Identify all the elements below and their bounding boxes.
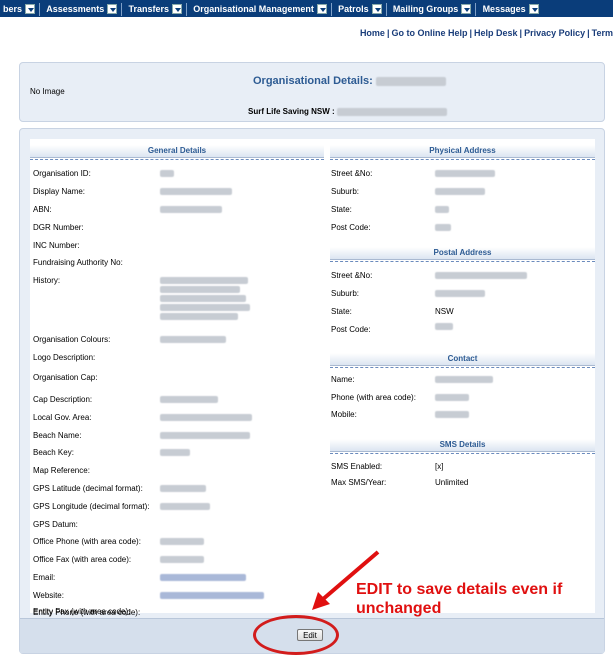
dropdown-arrow-icon[interactable] bbox=[172, 3, 183, 14]
postal-street: Street &No: bbox=[331, 271, 373, 280]
nav-item-messages[interactable]: Messages bbox=[480, 0, 542, 17]
nav-item-members[interactable]: bers bbox=[0, 0, 38, 17]
field-gps-latitude: GPS Latitude (decimal format): bbox=[33, 484, 143, 493]
redacted-org-name bbox=[375, 76, 446, 86]
postal-state: State: bbox=[331, 307, 352, 316]
sms-enabled-value: [x] bbox=[435, 462, 444, 471]
redacted-value bbox=[160, 188, 232, 195]
no-image-label: No Image bbox=[30, 87, 65, 96]
dropdown-arrow-icon[interactable] bbox=[25, 3, 36, 14]
field-fundraising-authority: Fundraising Authority No: bbox=[33, 258, 123, 267]
field-dgr-number: DGR Number: bbox=[33, 223, 84, 232]
field-organisation-id: Organisation ID: bbox=[33, 169, 91, 178]
contact-name: Name: bbox=[331, 375, 355, 384]
field-history: History: bbox=[33, 276, 61, 285]
contact-mobile: Mobile: bbox=[331, 410, 357, 419]
field-gps-longitude: GPS Longitude (decimal format): bbox=[33, 502, 150, 511]
field-inc-number: INC Number: bbox=[33, 241, 80, 250]
annotation-text: EDIT to save details even if unchanged bbox=[356, 581, 563, 617]
field-cap-description: Cap Description: bbox=[33, 395, 93, 404]
redacted-value bbox=[160, 170, 174, 177]
dropdown-arrow-icon[interactable] bbox=[316, 3, 327, 14]
dropdown-arrow-icon[interactable] bbox=[371, 3, 382, 14]
physical-address-heading: Physical Address bbox=[330, 145, 595, 160]
physical-state: State: bbox=[331, 205, 352, 214]
field-entity-fax: Entity Fax (with area code): bbox=[33, 607, 131, 616]
field-logo-description: Logo Description: bbox=[33, 353, 96, 362]
physical-street: Street &No: bbox=[331, 169, 373, 178]
nav-item-transfers[interactable]: Transfers bbox=[126, 0, 186, 17]
top-links: Home | Go to Online Help | Help Desk | Privacy… bbox=[359, 28, 613, 38]
physical-postcode: Post Code: bbox=[331, 223, 371, 232]
max-sms-year: Max SMS/Year: bbox=[331, 478, 387, 487]
contact-heading: Contact bbox=[330, 353, 595, 368]
org-header-panel: No Image Organisational Details: Surf Li… bbox=[19, 62, 605, 122]
field-abn: ABN: bbox=[33, 205, 52, 214]
dropdown-arrow-icon[interactable] bbox=[461, 3, 472, 14]
postal-state-value: NSW bbox=[435, 307, 454, 316]
general-details-heading: General Details bbox=[30, 145, 324, 160]
field-organisation-cap: Organisation Cap: bbox=[33, 373, 98, 382]
field-website: Website: bbox=[33, 591, 64, 600]
sms-enabled: SMS Enabled: bbox=[331, 462, 383, 471]
link-terms[interactable]: Term bbox=[592, 28, 613, 38]
field-office-phone: Office Phone (with area code): bbox=[33, 537, 141, 546]
org-details-panel: General Details Organisation ID: Display… bbox=[19, 128, 605, 654]
link-help-desk[interactable]: Help Desk bbox=[474, 28, 518, 38]
link-home[interactable]: Home bbox=[360, 28, 385, 38]
link-privacy-policy[interactable]: Privacy Policy bbox=[524, 28, 585, 38]
field-office-fax: Office Fax (with area code): bbox=[33, 555, 132, 564]
nav-item-patrols[interactable]: Patrols bbox=[335, 0, 385, 17]
postal-address-heading: Postal Address bbox=[330, 247, 595, 262]
field-local-gov-area: Local Gov. Area: bbox=[33, 413, 92, 422]
nav-item-mailing-groups[interactable]: Mailing Groups bbox=[390, 0, 475, 17]
nav-item-assessments[interactable]: Assessments bbox=[43, 0, 120, 17]
field-organisation-colours: Organisation Colours: bbox=[33, 335, 111, 344]
email-link[interactable] bbox=[160, 574, 246, 581]
field-display-name: Display Name: bbox=[33, 187, 86, 196]
field-map-reference: Map Reference: bbox=[33, 466, 90, 475]
org-subtitle: Surf Life Saving NSW : bbox=[248, 107, 447, 116]
redacted-value bbox=[160, 206, 222, 213]
max-sms-year-value: Unlimited bbox=[435, 478, 469, 487]
top-nav-bar: bers Assessments Transfers Organisationa… bbox=[0, 0, 613, 17]
dropdown-arrow-icon[interactable] bbox=[107, 3, 118, 14]
physical-suburb: Suburb: bbox=[331, 187, 360, 196]
field-gps-datum: GPS Datum: bbox=[33, 520, 78, 529]
nav-item-organisational-management[interactable]: Organisational Management bbox=[190, 0, 330, 17]
link-online-help[interactable]: Go to Online Help bbox=[391, 28, 467, 38]
field-beach-key: Beach Key: bbox=[33, 448, 74, 457]
sms-details-heading: SMS Details bbox=[330, 439, 595, 454]
contact-phone: Phone (with area code): bbox=[331, 393, 416, 402]
website-link[interactable] bbox=[160, 592, 264, 599]
edit-button[interactable]: Edit bbox=[297, 629, 323, 641]
postal-suburb: Suburb: bbox=[331, 289, 360, 298]
dropdown-arrow-icon[interactable] bbox=[528, 3, 539, 14]
field-email: Email: bbox=[33, 573, 56, 582]
edit-bar: Edit bbox=[20, 618, 604, 653]
field-beach-name: Beach Name: bbox=[33, 431, 82, 440]
redacted-org-fullname bbox=[336, 107, 447, 116]
postal-postcode: Post Code: bbox=[331, 325, 371, 334]
details-content: General Details Organisation ID: Display… bbox=[30, 139, 595, 617]
page-title: Organisational Details: bbox=[253, 75, 446, 87]
